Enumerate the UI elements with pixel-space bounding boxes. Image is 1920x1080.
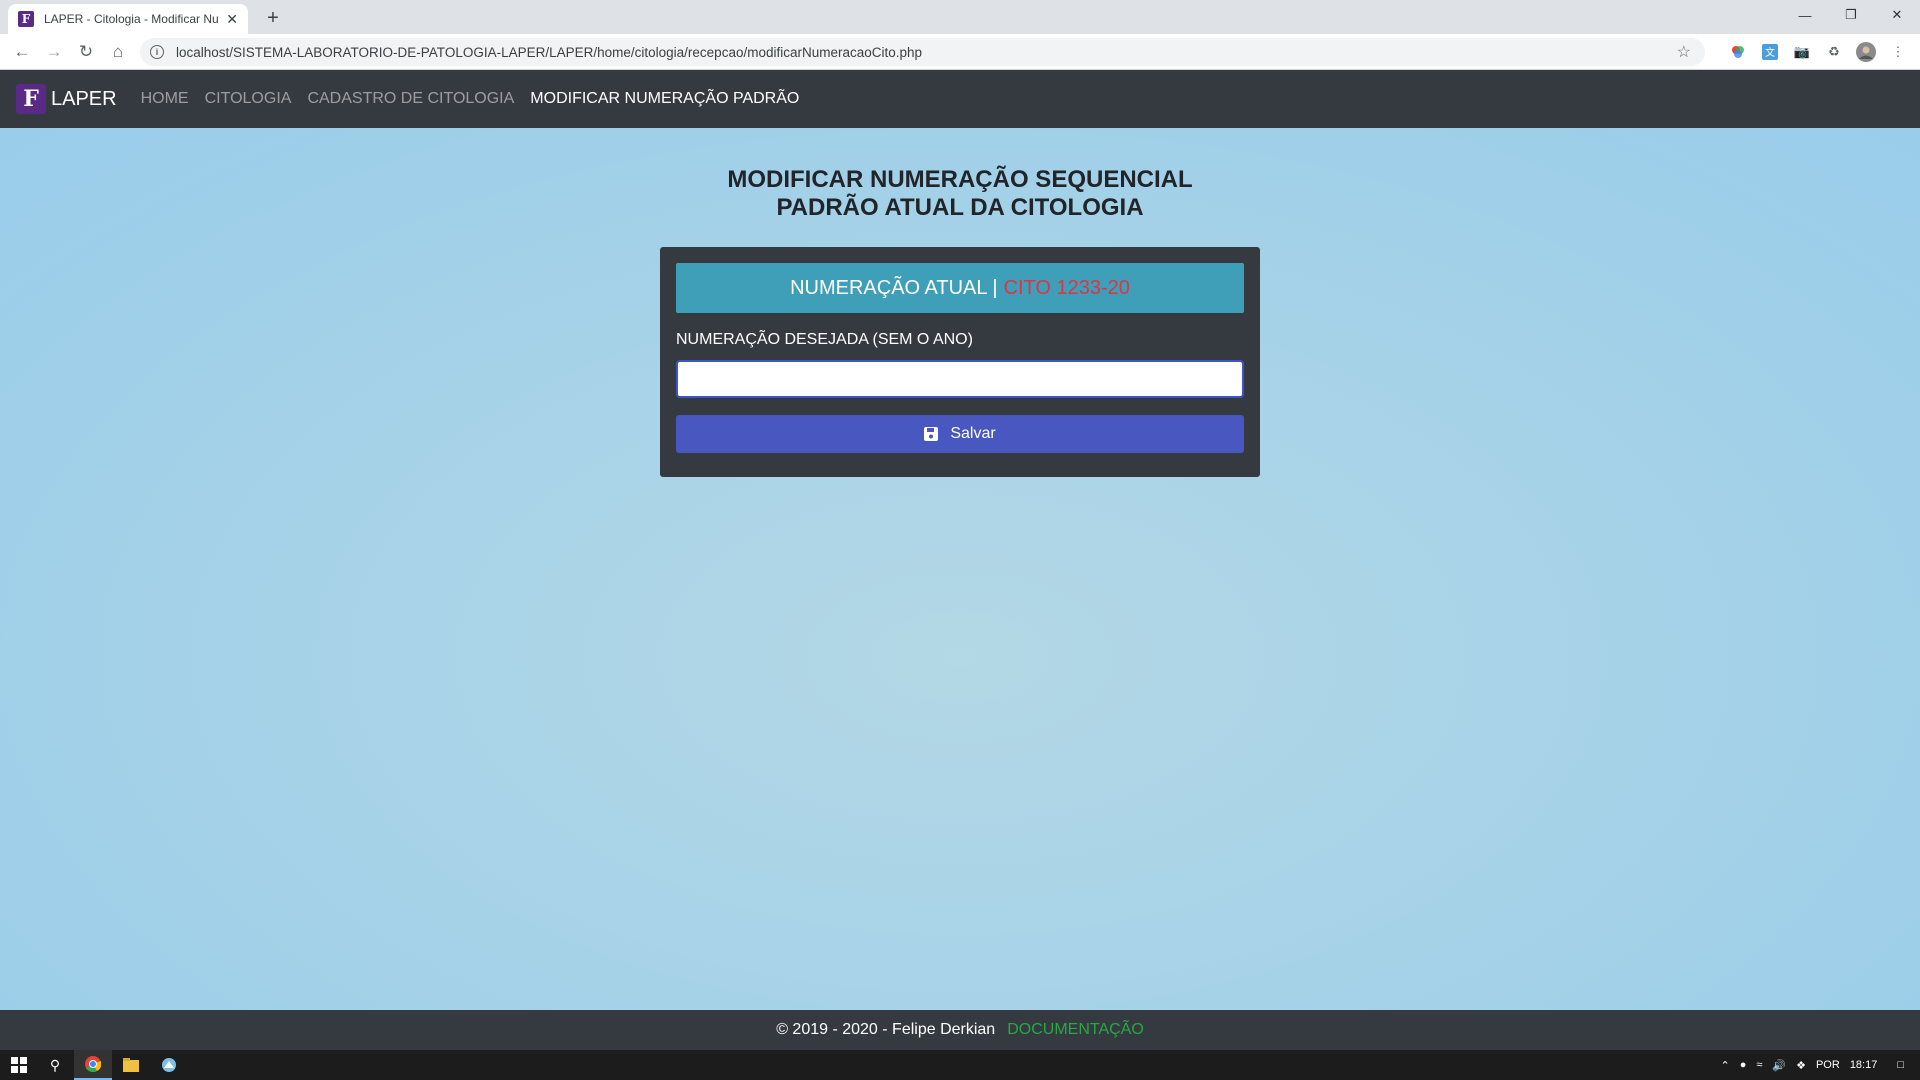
nav-home[interactable]: HOME bbox=[141, 90, 189, 108]
bookmark-star-icon[interactable]: ☆ bbox=[1677, 42, 1691, 62]
search-icon[interactable]: ⚲ bbox=[36, 1050, 74, 1080]
window-controls: — ❐ ✕ bbox=[1782, 0, 1920, 30]
reload-icon[interactable]: ↻ bbox=[74, 40, 98, 64]
brand-name: LAPER bbox=[51, 87, 117, 110]
info-icon[interactable]: i bbox=[150, 45, 164, 59]
browser-tab[interactable]: F LAPER - Citologia - Modificar Nu ✕ bbox=[8, 4, 248, 34]
url-text: localhost/SISTEMA-LABORATORIO-DE-PATOLOG… bbox=[176, 44, 923, 60]
app-taskbar-icon[interactable] bbox=[150, 1050, 188, 1080]
color-extension-icon[interactable] bbox=[1728, 42, 1748, 62]
close-tab-icon[interactable]: ✕ bbox=[226, 11, 238, 28]
brand-link[interactable]: F LAPER bbox=[16, 84, 117, 114]
windows-taskbar: ⚲ ⌃ ● ≈ 🔊 ❖ POR 18:17 □ bbox=[0, 1050, 1920, 1080]
nav-modificar-numeracao[interactable]: MODIFICAR NUMERAÇÃO PADRÃO bbox=[530, 90, 799, 108]
svg-text:文: 文 bbox=[1765, 46, 1775, 59]
language-indicator[interactable]: POR bbox=[1816, 1059, 1840, 1071]
page-footer: © 2019 - 2020 - Felipe Derkian DOCUMENTA… bbox=[0, 1010, 1920, 1050]
nav-cadastro-citologia[interactable]: CADASTRO DE CITOLOGIA bbox=[307, 90, 514, 108]
minimize-button[interactable]: — bbox=[1782, 0, 1828, 30]
current-numbering-value: CITO 1233-20 bbox=[1003, 276, 1130, 299]
app-navbar: F LAPER HOME CITOLOGIA CADASTRO DE CITOL… bbox=[0, 70, 1920, 128]
restore-button[interactable]: ❐ bbox=[1828, 0, 1874, 30]
file-explorer-icon[interactable] bbox=[112, 1050, 150, 1080]
footer-copyright: © 2019 - 2020 - Felipe Derkian bbox=[776, 1021, 996, 1038]
home-icon[interactable]: ⌂ bbox=[106, 40, 130, 64]
new-tab-button[interactable]: + bbox=[260, 5, 286, 31]
browser-menu-icon[interactable]: ⋮ bbox=[1888, 42, 1908, 62]
save-floppy-icon bbox=[924, 427, 939, 441]
translate-extension-icon[interactable]: 文 bbox=[1760, 42, 1780, 62]
back-icon[interactable]: ← bbox=[10, 40, 34, 64]
browser-toolbar: ← → ↻ ⌂ i localhost/SISTEMA-LABORATORIO-… bbox=[0, 34, 1920, 70]
page-title-line2: PADRÃO ATUAL DA CITOLOGIA bbox=[776, 194, 1144, 221]
tab-title: LAPER - Citologia - Modificar Nu bbox=[43, 12, 219, 26]
notifications-icon[interactable]: □ bbox=[1897, 1059, 1904, 1071]
volume-icon[interactable]: 🔊 bbox=[1772, 1059, 1786, 1072]
wifi-icon[interactable]: ≈ bbox=[1756, 1059, 1762, 1071]
numbering-form-card: NUMERAÇÃO ATUAL | CITO 1233-20 NUMERAÇÃO… bbox=[660, 247, 1260, 477]
save-button[interactable]: Salvar bbox=[676, 415, 1244, 453]
desired-numbering-input[interactable] bbox=[676, 360, 1244, 398]
camera-extension-icon[interactable]: 📷 bbox=[1792, 42, 1812, 62]
save-button-label: Salvar bbox=[950, 425, 996, 442]
extensions-puzzle-icon[interactable]: ♻ bbox=[1824, 42, 1844, 62]
laper-favicon-icon: F bbox=[18, 11, 34, 27]
tray-chevron-icon[interactable]: ⌃ bbox=[1720, 1059, 1729, 1072]
forward-icon[interactable]: → bbox=[42, 40, 66, 64]
nav-citologia[interactable]: CITOLOGIA bbox=[205, 90, 292, 108]
browser-tab-strip: F LAPER - Citologia - Modificar Nu ✕ + —… bbox=[0, 0, 1920, 34]
profile-avatar-icon[interactable] bbox=[1856, 42, 1876, 62]
address-bar[interactable]: i localhost/SISTEMA-LABORATORIO-DE-PATOL… bbox=[140, 38, 1705, 66]
laper-logo-icon: F bbox=[16, 84, 46, 114]
current-numbering-box: NUMERAÇÃO ATUAL | CITO 1233-20 bbox=[676, 263, 1244, 313]
current-numbering-label: NUMERAÇÃO ATUAL | bbox=[790, 276, 998, 299]
chrome-taskbar-icon[interactable] bbox=[74, 1050, 112, 1080]
clock[interactable]: 18:17 bbox=[1850, 1059, 1878, 1071]
page-title-line1: MODIFICAR NUMERAÇÃO SEQUENCIAL bbox=[727, 166, 1193, 193]
system-tray: ⌃ ● ≈ 🔊 ❖ POR 18:17 □ bbox=[1720, 1050, 1920, 1080]
dropbox-tray-icon[interactable]: ❖ bbox=[1796, 1059, 1806, 1072]
windows-start-icon[interactable] bbox=[0, 1050, 38, 1080]
desired-numbering-label: NUMERAÇÃO DESEJADA (SEM O ANO) bbox=[676, 331, 973, 348]
steam-tray-icon[interactable]: ● bbox=[1740, 1059, 1747, 1071]
close-window-button[interactable]: ✕ bbox=[1874, 0, 1920, 30]
documentation-link[interactable]: DOCUMENTAÇÃO bbox=[1007, 1021, 1144, 1039]
page-title: MODIFICAR NUMERAÇÃO SEQUENCIAL PADRÃO AT… bbox=[0, 166, 1920, 222]
